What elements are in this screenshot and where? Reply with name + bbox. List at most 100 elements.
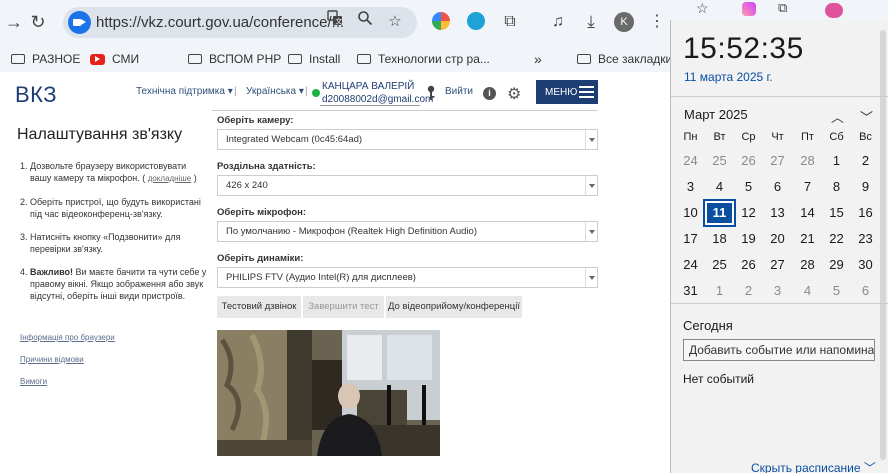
- calendar-day[interactable]: 23: [851, 227, 880, 251]
- support-menu[interactable]: Технічна підтримка ▾: [136, 86, 233, 97]
- hamburger-icon: [579, 86, 594, 98]
- speakers-select[interactable]: PHILIPS FTV (Аудио Intel(R) для дисплеев…: [217, 267, 598, 288]
- details-link[interactable]: докладніше: [148, 174, 192, 183]
- clock-date[interactable]: 11 марта 2025 г.: [684, 70, 773, 84]
- calendar-day[interactable]: 21: [793, 227, 822, 251]
- calendar-day[interactable]: 7: [793, 175, 822, 199]
- language-menu[interactable]: Українська ▾: [246, 86, 304, 97]
- calendar-day[interactable]: 27: [763, 149, 792, 173]
- calendar-day[interactable]: 25: [705, 253, 734, 277]
- calendar-month[interactable]: Март 2025: [684, 107, 748, 122]
- test-call-button[interactable]: Тестовий дзвінок: [217, 296, 301, 318]
- url-text[interactable]: https://vkz.court.gov.ua/conference/...: [96, 14, 344, 31]
- bookmark-star-icon[interactable]: ☆: [383, 10, 407, 34]
- calendar-day[interactable]: 26: [734, 253, 763, 277]
- calendar-day[interactable]: 27: [763, 253, 792, 277]
- calendar-day[interactable]: 13: [763, 201, 792, 225]
- bookmark-folder[interactable]: Install: [288, 50, 340, 68]
- calendar-day[interactable]: 17: [676, 227, 705, 251]
- calendar-day[interactable]: 28: [793, 253, 822, 277]
- next-month-icon[interactable]: ﹀: [860, 107, 873, 126]
- bookmark-folder[interactable]: РАЗНОЕ: [11, 50, 80, 68]
- calendar-day[interactable]: 4: [793, 279, 822, 303]
- calendar-day[interactable]: 6: [763, 175, 792, 199]
- weekday-header: Пн: [683, 131, 698, 143]
- calendar-day[interactable]: 3: [763, 279, 792, 303]
- logout-link[interactable]: Вийти: [445, 86, 473, 97]
- calendar-day[interactable]: 18: [705, 227, 734, 251]
- calendar-day[interactable]: 25: [705, 149, 734, 173]
- resolution-label: Роздільна здатність:: [217, 161, 316, 172]
- calendar-day[interactable]: 9: [851, 175, 880, 199]
- flyout-scrollbar[interactable]: [880, 30, 886, 460]
- calendar-day[interactable]: 10: [676, 201, 705, 225]
- camera-select[interactable]: Integrated Webcam (0c45:64ad): [217, 129, 598, 150]
- extensions-puzzle-icon[interactable]: ⧉: [497, 9, 523, 35]
- calendar-day[interactable]: 26: [734, 149, 763, 173]
- calendar-day[interactable]: 5: [822, 279, 851, 303]
- calendar-day[interactable]: 6: [851, 279, 880, 303]
- settings-gear-icon[interactable]: ⚙: [507, 84, 521, 104]
- user-name[interactable]: КАНЦАРА ВАЛЕРІЙ: [322, 81, 414, 92]
- download-icon[interactable]: ⤓: [578, 9, 604, 35]
- extension-shazam-icon[interactable]: [467, 12, 485, 30]
- zoom-icon[interactable]: [353, 10, 377, 34]
- calendar-day[interactable]: 22: [822, 227, 851, 251]
- star-icon[interactable]: ☆: [696, 0, 709, 17]
- info-icon[interactable]: i: [483, 87, 496, 100]
- hide-schedule-button[interactable]: Скрыть расписание ﹀: [751, 459, 876, 473]
- add-event-input[interactable]: Добавить событие или напомина: [683, 339, 875, 361]
- reload-icon[interactable]: ↻: [25, 9, 51, 35]
- microphone-select[interactable]: По умолчанию - Микрофон (Realtek High De…: [217, 221, 598, 242]
- extension-color-icon[interactable]: [432, 12, 450, 30]
- calendar-day[interactable]: 19: [734, 227, 763, 251]
- refusal-reasons-link[interactable]: Причини відмови: [20, 355, 84, 364]
- forward-icon[interactable]: →: [1, 9, 27, 35]
- profile-avatar[interactable]: K: [614, 12, 634, 32]
- resolution-select[interactable]: 426 x 240: [217, 175, 598, 196]
- requirements-link[interactable]: Вимоги: [20, 377, 47, 386]
- join-conference-button[interactable]: До відеоприйому/конференції: [386, 296, 522, 318]
- end-test-button[interactable]: Завершити тест: [303, 296, 384, 318]
- extension-icon[interactable]: ⧉: [778, 0, 787, 16]
- calendar-day[interactable]: 30: [851, 253, 880, 277]
- calendar-day[interactable]: 24: [676, 149, 705, 173]
- calendar-day[interactable]: 12: [734, 201, 763, 225]
- calendar-day[interactable]: 8: [822, 175, 851, 199]
- more-bookmarks-chevron[interactable]: »: [534, 50, 542, 68]
- key-icon[interactable]: [426, 85, 436, 101]
- calendar-day[interactable]: 29: [822, 253, 851, 277]
- menu-button[interactable]: МЕНЮ: [536, 80, 598, 104]
- address-bar[interactable]: https://vkz.court.gov.ua/conference/... …: [63, 7, 417, 38]
- translate-icon[interactable]: 文: [323, 10, 347, 34]
- previous-month-icon[interactable]: ︿: [831, 107, 844, 126]
- bookmark-all[interactable]: Все закладки: [577, 50, 672, 68]
- calendar-day[interactable]: 20: [763, 227, 792, 251]
- camera-permission-icon[interactable]: [68, 11, 91, 34]
- calendar-day[interactable]: 14: [793, 201, 822, 225]
- bookmark-folder[interactable]: Технологии стр ра...: [357, 50, 490, 68]
- calendar-day[interactable]: 16: [851, 201, 880, 225]
- calendar-day[interactable]: 28: [793, 149, 822, 173]
- calendar-day[interactable]: 24: [676, 253, 705, 277]
- browser-menu-icon[interactable]: ⋮: [644, 9, 670, 35]
- browser-info-link[interactable]: Інформація про браузери: [20, 333, 115, 342]
- header-divider: [212, 110, 598, 111]
- calendar-day[interactable]: 3: [676, 175, 705, 199]
- calendar-day-today[interactable]: 11: [703, 199, 736, 227]
- calendar-day[interactable]: 4: [705, 175, 734, 199]
- weekday-header: Ср: [741, 131, 756, 143]
- extension-icon[interactable]: [742, 2, 756, 16]
- media-control-icon[interactable]: ♫: [545, 9, 571, 35]
- calendar-day[interactable]: 15: [822, 201, 851, 225]
- site-logo[interactable]: ВКЗ: [15, 82, 57, 108]
- calendar-day[interactable]: 1: [822, 149, 851, 173]
- calendar-day[interactable]: 2: [734, 279, 763, 303]
- calendar-day[interactable]: 1: [705, 279, 734, 303]
- calendar-day[interactable]: 2: [851, 149, 880, 173]
- bookmark-folder[interactable]: ВСПОМ PHP: [188, 50, 281, 68]
- avatar[interactable]: [825, 3, 843, 18]
- calendar-day[interactable]: 31: [676, 279, 705, 303]
- calendar-day[interactable]: 5: [734, 175, 763, 199]
- bookmark-youtube[interactable]: СМИ: [90, 50, 139, 68]
